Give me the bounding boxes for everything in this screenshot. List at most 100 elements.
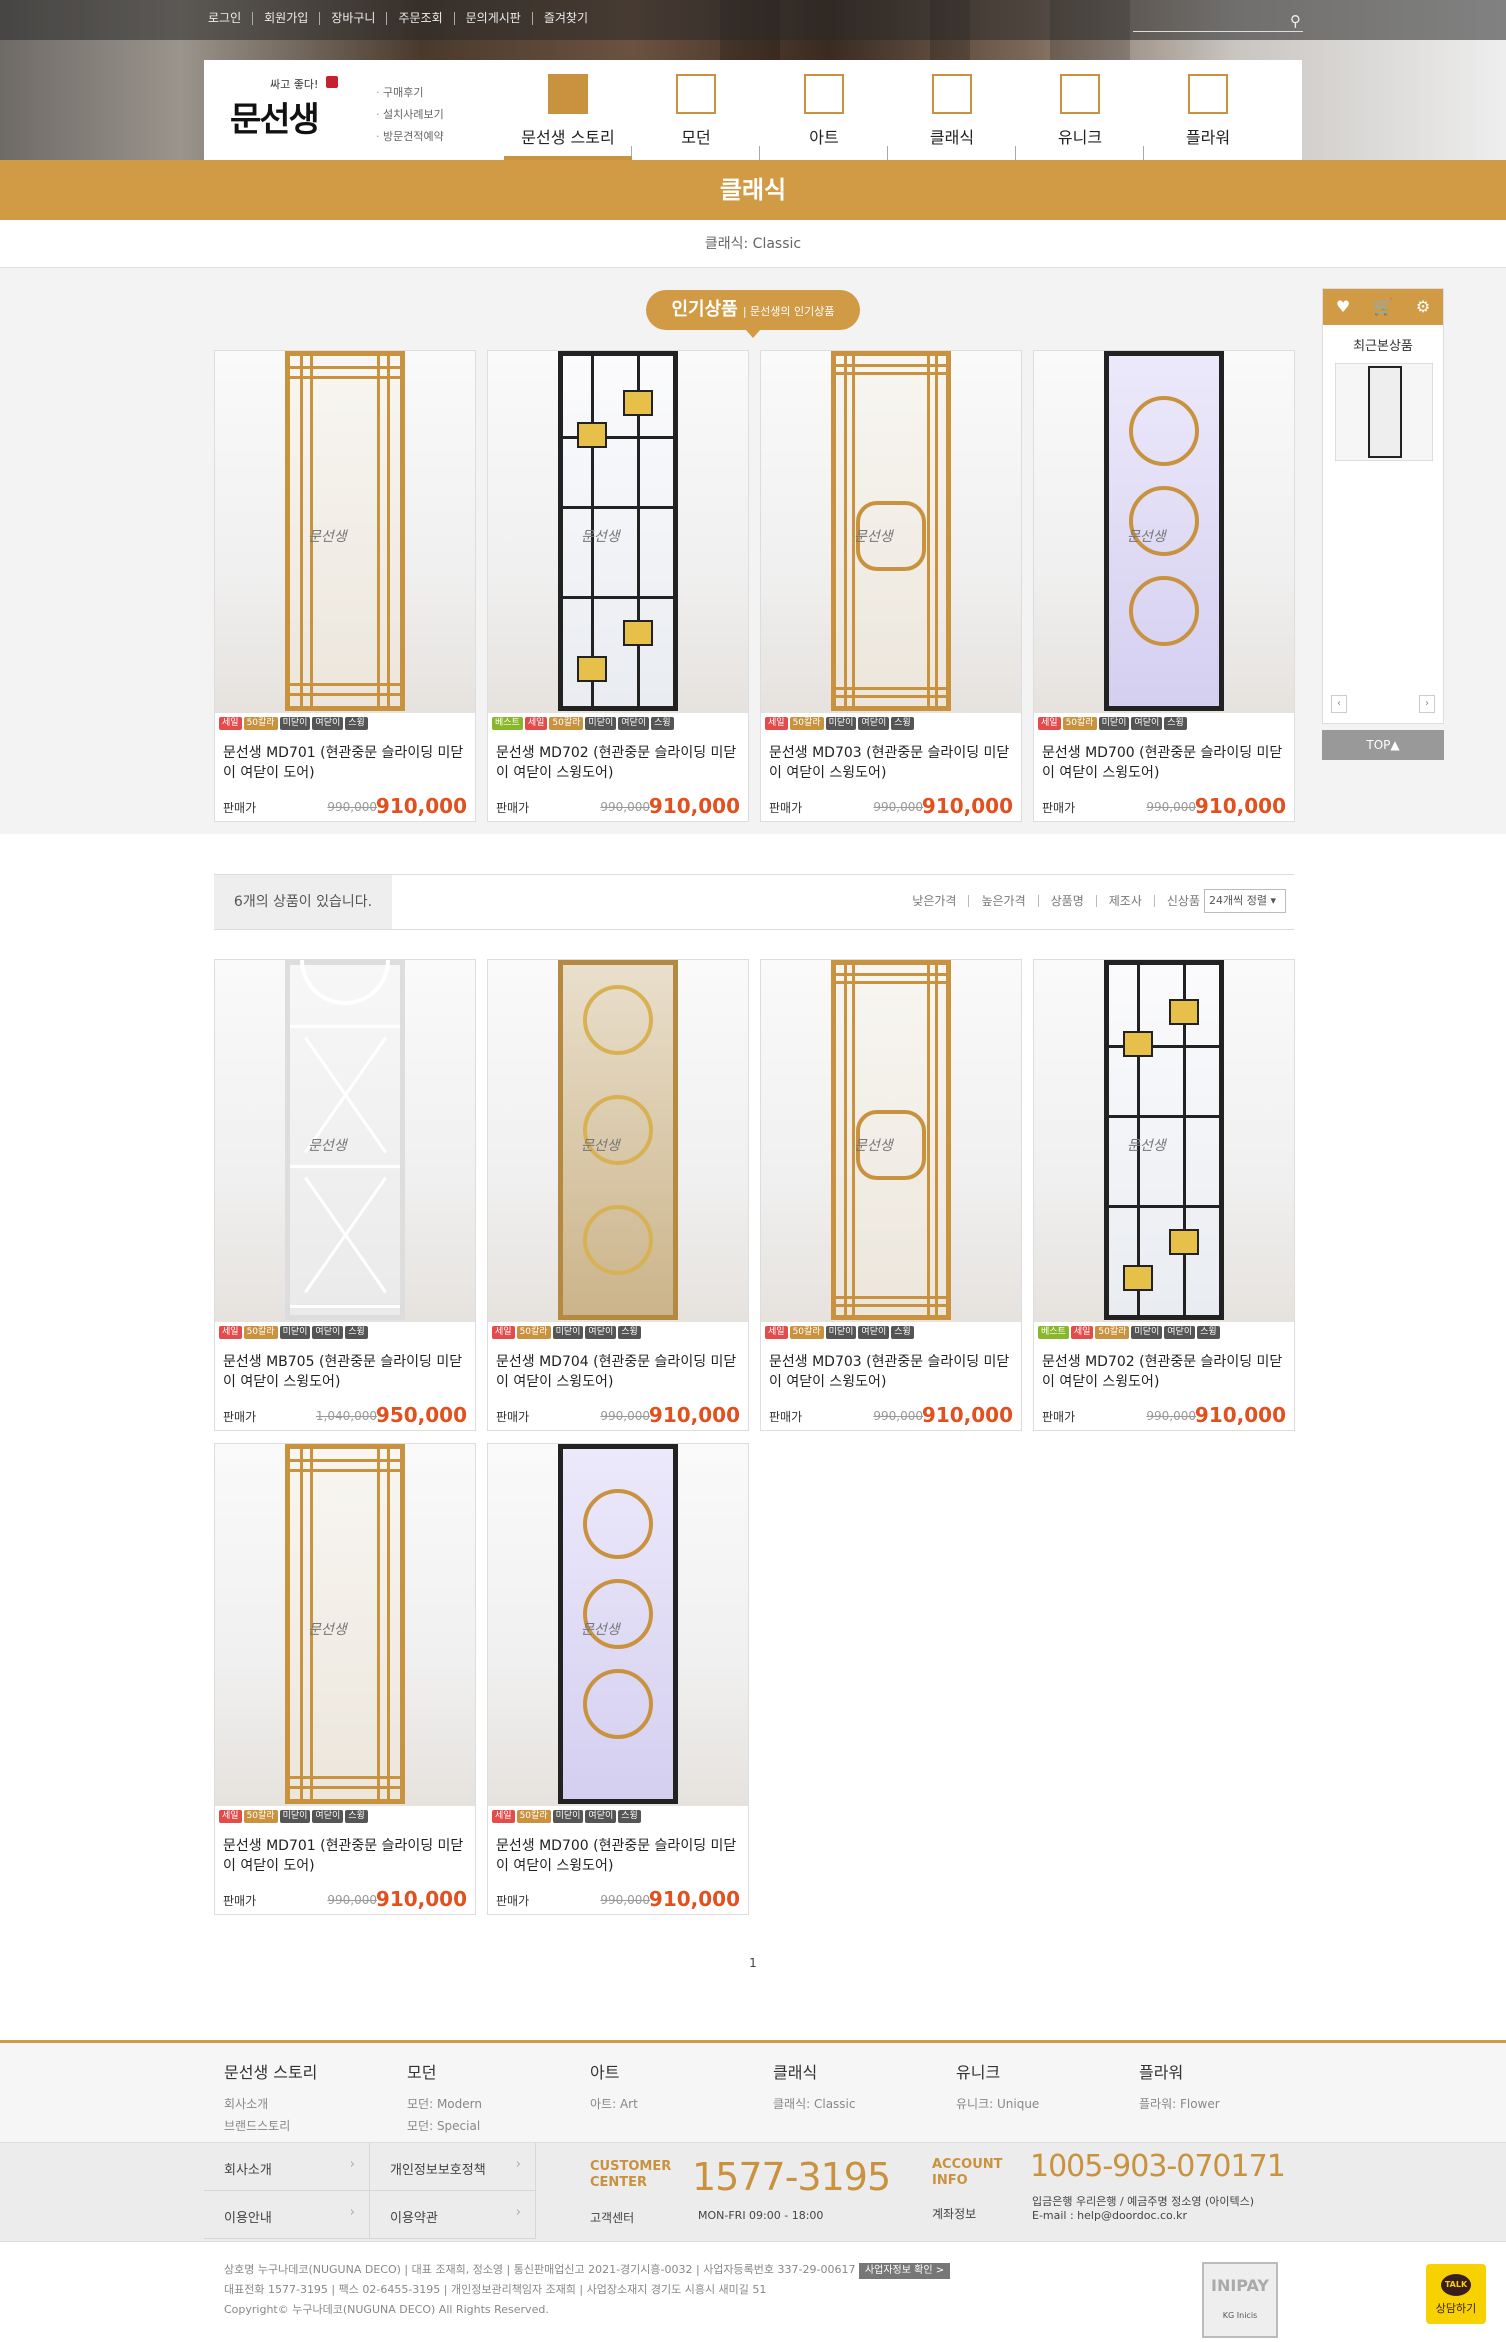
recent-prev-button[interactable]: ‹ [1331,695,1347,713]
product-card[interactable]: 문선생 세일 50칼라 미닫이 여닫이 스윙 문선생 MD703 (현관중문 슬라이딩 … [760,959,1022,1431]
footer-terms-link[interactable]: 이용약관 › [370,2191,536,2239]
product-name[interactable]: 문선생 MD701 (현관중문 슬라이딩 미닫이 여닫이 도어) [223,743,469,783]
recent-products-widget: ♥ 🛒 ⚙ 최근본상품 ‹ › [1322,288,1444,724]
logo[interactable]: 싸고 좋다! 문선생 [230,76,340,140]
product-name[interactable]: 문선생 MD701 (현관중문 슬라이딩 미닫이 여닫이 도어) [223,1836,469,1876]
account-email: E-mail : help@doordoc.co.kr [1032,2209,1187,2222]
product-image[interactable]: 문선생 [761,960,1021,1322]
sort-maker[interactable]: 제조사 [1095,895,1154,907]
sort-name[interactable]: 상품명 [1037,895,1096,907]
footer-col-title[interactable]: 모던 [407,2059,482,2083]
join-link[interactable]: 회원가입 [252,12,319,25]
product-name[interactable]: 문선생 MD700 (현관중문 슬라이딩 미닫이 여닫이 스윙도어) [1042,743,1288,783]
review-link[interactable]: 구매후기 [376,82,444,104]
page-number[interactable]: 1 [749,1956,757,1970]
footer-col-title[interactable]: 유니크 [956,2059,1039,2083]
recent-product-thumb[interactable] [1335,363,1433,461]
original-price: 990,000 [600,800,650,814]
product-image[interactable]: 문선생 [1034,960,1294,1322]
product-image[interactable]: 문선생 [488,960,748,1322]
product-name[interactable]: 문선생 MD703 (현관중문 슬라이딩 미닫이 여닫이 스윙도어) [769,743,1015,783]
footer-guide-link[interactable]: 이용안내 › [204,2191,370,2239]
classic-icon [932,74,972,114]
menu-flower[interactable]: 플라워 [1144,60,1272,160]
product-name[interactable]: 문선생 MD700 (현관중문 슬라이딩 미닫이 여닫이 스윙도어) [496,1836,742,1876]
login-link[interactable]: 로그인 [208,12,252,25]
footer-link[interactable]: 모던: Special [407,2115,482,2137]
product-card[interactable]: 문선생 베스트 세일 50칼라 미닫이 여닫이 스윙 문선생 MD702 (현관중문 슬라… [1033,959,1295,1431]
product-image[interactable]: 문선생 [215,960,475,1322]
footer-link-label: 회사소개 [224,2163,272,2178]
footer-link[interactable]: 브랜드스토리 [224,2115,317,2137]
footer-nav: 문선생 스토리회사소개 브랜드스토리 모던모던: Modern 모던: Specia… [0,2040,1506,2142]
product-image[interactable]: 문선생 [1034,351,1294,713]
order-lookup-link[interactable]: 주문조회 [386,12,453,25]
product-tags: 세일 50칼라 미닫이 여닫이 스윙 [1038,717,1187,730]
footer-link[interactable]: 아트: Art [590,2093,638,2115]
original-price: 990,000 [1146,1409,1196,1423]
footer-link[interactable]: 클래식: Classic [773,2093,855,2115]
menu-unique[interactable]: 유니크 [1016,60,1144,160]
heart-icon[interactable]: ♥ [1323,289,1363,325]
product-tags: 세일 50칼라 미닫이 여닫이 스윙 [219,1810,368,1823]
customer-center-label2: CENTER [590,2175,648,2190]
product-card[interactable]: 문선생 세일 50칼라 미닫이 여닫이 스윙 문선생 MD700 (현관중문 슬라이딩 … [487,1443,749,1915]
product-image[interactable]: 문선생 [488,1444,748,1806]
footer-link[interactable]: 플라워: Flower [1139,2093,1220,2115]
top-button[interactable]: TOP▲ [1322,730,1444,760]
product-name[interactable]: 문선생 MD703 (현관중문 슬라이딩 미닫이 여닫이 스윙도어) [769,1352,1015,1392]
footer-col-title[interactable]: 플라워 [1139,2059,1220,2083]
company-info-line: 상호명 누구나데코(NUGUNA DECO) | 대표 조재희, 정소영 | 통… [224,2263,856,2276]
footer-company-link[interactable]: 회사소개 › [204,2143,370,2191]
footer-col-title[interactable]: 문선생 스토리 [224,2059,317,2083]
product-card[interactable]: 문선생 세일 50칼라 미닫이 여닫이 스윙 문선생 MD704 (현관중문 슬라이딩 … [487,959,749,1431]
product-name[interactable]: 문선생 MD702 (현관중문 슬라이딩 미닫이 여닫이 스윙도어) [1042,1352,1288,1392]
bookmark-link[interactable]: 즐겨찾기 [531,12,599,25]
sort-high-price[interactable]: 높은가격 [968,895,1037,907]
search-input[interactable]: ⚲ [1133,10,1303,32]
footer-link[interactable]: 모던: Modern [407,2093,482,2115]
product-card[interactable]: 문선생 세일 50칼라 미닫이 여닫이 스윙 문선생 MB705 (현관중문 슬라이딩 … [214,959,476,1431]
biz-info-button[interactable]: 사업자정보 확인 > [858,2263,951,2279]
menu-modern[interactable]: 모던 [632,60,760,160]
product-image[interactable]: 문선생 [761,351,1021,713]
product-name[interactable]: 문선생 MD704 (현관중문 슬라이딩 미닫이 여닫이 스윙도어) [496,1352,742,1392]
menu-label: 아트 [809,128,839,147]
inquiry-board-link[interactable]: 문의게시판 [453,12,532,25]
popular-product-card[interactable]: 문선생 세일 50칼라 미닫이 여닫이 스윙 문선생 MD701 (현관중문 슬라이딩 … [214,350,476,822]
footer-link[interactable]: 유니크: Unique [956,2093,1039,2115]
modern-icon [676,74,716,114]
menu-label: 모던 [681,128,711,147]
page-size-select[interactable]: 24개씩 정렬 ▾ [1204,889,1286,913]
logo-text: 문선생 [230,100,320,140]
sale-price: 910,000 [921,794,1013,818]
popular-product-card[interactable]: 문선생 세일 50칼라 미닫이 여닫이 스윙 문선생 MD700 (현관중문 슬라이딩 … [1033,350,1295,822]
install-cases-link[interactable]: 설치사례보기 [376,104,444,126]
kakao-chat-button[interactable]: TALK 상담하기 [1426,2264,1486,2324]
menu-classic[interactable]: 클래식 [888,60,1016,160]
product-image[interactable]: 문선생 [215,351,475,713]
cart-icon[interactable]: 🛒 [1363,289,1403,325]
footer-col-title[interactable]: 클래식 [773,2059,855,2083]
product-card[interactable]: 문선생 세일 50칼라 미닫이 여닫이 스윙 문선생 MD701 (현관중문 슬라이딩 … [214,1443,476,1915]
product-image[interactable]: 문선생 [215,1444,475,1806]
gear-icon[interactable]: ⚙ [1403,289,1443,325]
sort-low-price[interactable]: 낮은가격 [900,895,968,907]
menu-art[interactable]: 아트 [760,60,888,160]
product-name[interactable]: 문선생 MB705 (현관중문 슬라이딩 미닫이 여닫이 스윙도어) [223,1352,469,1392]
product-image[interactable]: 문선생 [488,351,748,713]
recent-next-button[interactable]: › [1419,695,1435,713]
footer-link[interactable]: 회사소개 [224,2093,317,2115]
menu-story[interactable]: 문선생 스토리 [504,60,632,160]
popular-product-card[interactable]: 문선생 세일 50칼라 미닫이 여닫이 스윙 문선생 MD703 (현관중문 슬라이딩 … [760,350,1022,822]
chevron-right-icon: › [349,2157,355,2172]
original-price: 990,000 [873,800,923,814]
footer-privacy-link[interactable]: 개인정보보호정책 › [370,2143,536,2191]
footer-col-title[interactable]: 아트 [590,2059,638,2083]
product-name[interactable]: 문선생 MD702 (현관중문 슬라이딩 미닫이 여닫이 스윙도어) [496,743,742,783]
inipay-badge[interactable]: INIPAY KG Inicis [1202,2262,1278,2338]
popular-product-card[interactable]: 문선생 베스트 세일 50칼라 미닫이 여닫이 스윙 문선생 MD702 (현관중문 슬라… [487,350,749,822]
visit-estimate-link[interactable]: 방문견적예약 [376,126,444,148]
search-icon[interactable]: ⚲ [1290,12,1301,30]
cart-link[interactable]: 장바구니 [319,12,386,25]
